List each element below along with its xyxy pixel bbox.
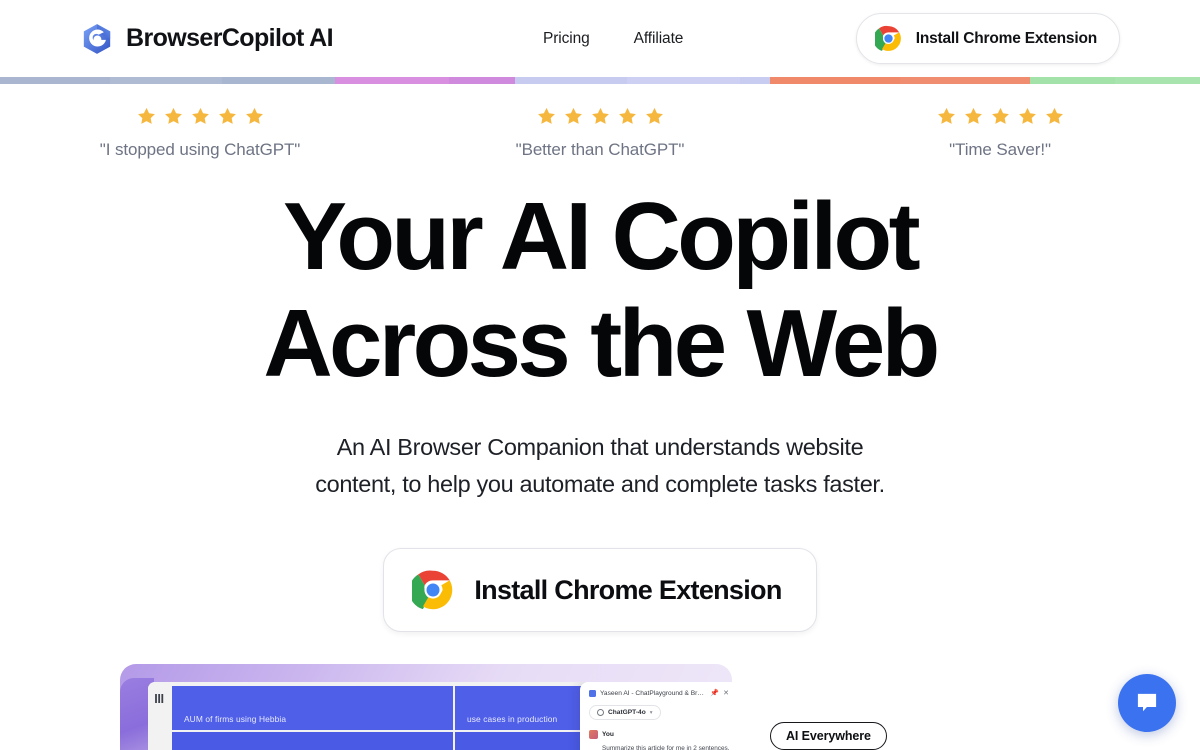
mockup-tile-label: use cases in production xyxy=(467,714,558,725)
brand-name: BrowserCopilot AI xyxy=(126,24,334,52)
chrome-icon xyxy=(874,25,902,52)
star-icon xyxy=(564,107,582,124)
stripe-segment-5 xyxy=(449,77,515,84)
chat-message-text: Summarize this article for me in 2 sente… xyxy=(602,745,730,750)
main-nav: Pricing Affiliate xyxy=(543,30,683,48)
hero-title-line-1: Your AI Copilot xyxy=(283,183,921,290)
model-selector[interactable]: ChatGPT-4o ▾ xyxy=(589,705,661,721)
star-rating-3 xyxy=(936,106,1065,127)
nav-link-pricing[interactable]: Pricing xyxy=(543,30,590,48)
stripe-segment-4 xyxy=(335,77,449,84)
stripe-segment-3 xyxy=(222,77,335,84)
stripe-segment-10 xyxy=(900,77,1030,84)
star-icon xyxy=(537,107,555,124)
hero-install-chrome-extension-button[interactable]: Install Chrome Extension xyxy=(383,548,817,633)
site-header: BrowserCopilot AI Pricing Affiliate Inst… xyxy=(0,0,1200,77)
stripe-segment-9 xyxy=(770,77,900,84)
star-icon xyxy=(618,107,636,124)
model-name: ChatGPT-4o xyxy=(608,709,646,717)
rating-card-2: "Better than ChatGPT" xyxy=(400,106,800,160)
star-icon xyxy=(937,107,955,124)
pin-icon[interactable]: 📌 xyxy=(710,690,719,697)
star-icon xyxy=(1018,107,1036,124)
star-icon xyxy=(245,107,263,124)
avatar xyxy=(589,730,598,740)
mockup-browser-window: AUM of firms using Hebbia BOOK A DEMO us… xyxy=(148,682,732,750)
hero-subtitle-line-1: An AI Browser Companion that understands… xyxy=(336,434,864,461)
hero-section: Your AI Copilot Across the Web An AI Bro… xyxy=(0,160,1200,633)
color-stripe xyxy=(0,77,1200,84)
star-icon xyxy=(191,107,209,124)
star-icon xyxy=(591,107,609,124)
stripe-segment-6 xyxy=(515,77,627,84)
chat-message-author: You xyxy=(602,731,614,739)
menu-bars-icon xyxy=(154,694,163,704)
page-title: Your AI Copilot Across the Web xyxy=(0,183,1200,397)
ratings-row: "I stopped using ChatGPT" "Better than C… xyxy=(0,84,1200,160)
chat-message-header: You xyxy=(589,730,729,740)
header-cta-label: Install Chrome Extension xyxy=(915,29,1097,47)
star-icon xyxy=(137,107,155,124)
chat-widget-button[interactable] xyxy=(1118,674,1176,732)
close-icon[interactable]: ✕ xyxy=(723,690,729,697)
rating-card-1: "I stopped using ChatGPT" xyxy=(0,106,400,160)
rating-quote-2: "Better than ChatGPT" xyxy=(515,140,685,159)
brand[interactable]: BrowserCopilot AI xyxy=(80,22,334,56)
panel-title: Yaseen AI - ChatPlayground & Brows... xyxy=(600,690,707,698)
hero-subtitle-line-2: content, to help you automate and comple… xyxy=(315,470,885,497)
stripe-segment-11 xyxy=(1030,77,1115,84)
star-icon xyxy=(991,107,1009,124)
hexagon-swirl-logo-icon xyxy=(80,22,114,56)
rating-card-3: "Time Saver!" xyxy=(800,106,1200,160)
rating-quote-3: "Time Saver!" xyxy=(949,140,1051,159)
panel-favicon-icon xyxy=(589,690,596,698)
browser-mockup: AUM of firms using Hebbia BOOK A DEMO us… xyxy=(120,664,732,750)
chat-bubble-icon xyxy=(1137,693,1157,712)
chrome-icon xyxy=(412,569,454,611)
copilot-side-panel: Yaseen AI - ChatPlayground & Brows... 📌 … xyxy=(580,682,732,750)
mockup-tile xyxy=(172,732,453,750)
star-rating-2 xyxy=(536,106,665,127)
ai-everywhere-badge[interactable]: AI Everywhere xyxy=(770,722,887,750)
star-icon xyxy=(964,107,982,124)
mockup-page-content: AUM of firms using Hebbia BOOK A DEMO us… xyxy=(172,682,732,750)
stripe-segment-2 xyxy=(110,77,222,84)
star-rating-1 xyxy=(136,106,265,127)
hero-cta-label: Install Chrome Extension xyxy=(474,574,782,605)
product-preview: AUM of firms using Hebbia BOOK A DEMO us… xyxy=(0,664,1200,750)
stripe-segment-1 xyxy=(0,77,110,84)
mockup-sidebar-rail xyxy=(148,682,172,750)
stripe-segment-8 xyxy=(740,77,770,84)
hero-subtitle: An AI Browser Companion that understands… xyxy=(250,429,950,502)
stripe-segment-7 xyxy=(627,77,740,84)
mockup-tile: AUM of firms using Hebbia xyxy=(172,686,453,731)
openai-icon xyxy=(597,709,604,717)
stripe-segment-12 xyxy=(1115,77,1200,84)
hero-title-line-2: Across the Web xyxy=(263,289,940,397)
star-icon xyxy=(218,107,236,124)
header-install-chrome-extension-button[interactable]: Install Chrome Extension xyxy=(855,13,1120,64)
star-icon xyxy=(645,107,663,124)
chevron-down-icon: ▾ xyxy=(649,709,653,716)
nav-link-affiliate[interactable]: Affiliate xyxy=(634,30,684,48)
rating-quote-1: "I stopped using ChatGPT" xyxy=(99,140,301,159)
star-icon xyxy=(1045,107,1063,124)
star-icon xyxy=(164,107,182,124)
mockup-tile-label: AUM of firms using Hebbia xyxy=(184,714,287,725)
panel-titlebar: Yaseen AI - ChatPlayground & Brows... 📌 … xyxy=(589,690,729,698)
